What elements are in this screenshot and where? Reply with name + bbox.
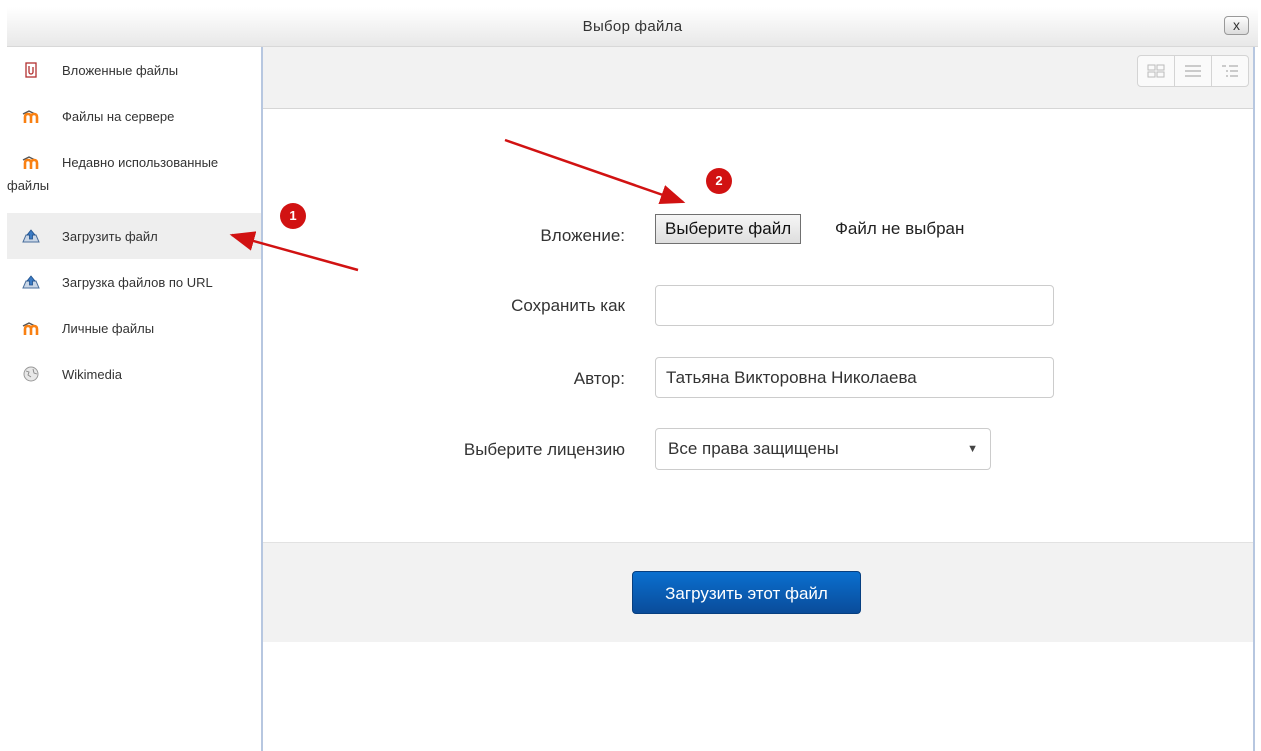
- annotation-badge-2: 2: [706, 168, 732, 194]
- annotation-arrow-1: [229, 231, 359, 272]
- annotation-badge-1: 1: [280, 203, 306, 229]
- annotation-arrows: [229, 138, 686, 272]
- annotation-arrow-2: [504, 138, 686, 205]
